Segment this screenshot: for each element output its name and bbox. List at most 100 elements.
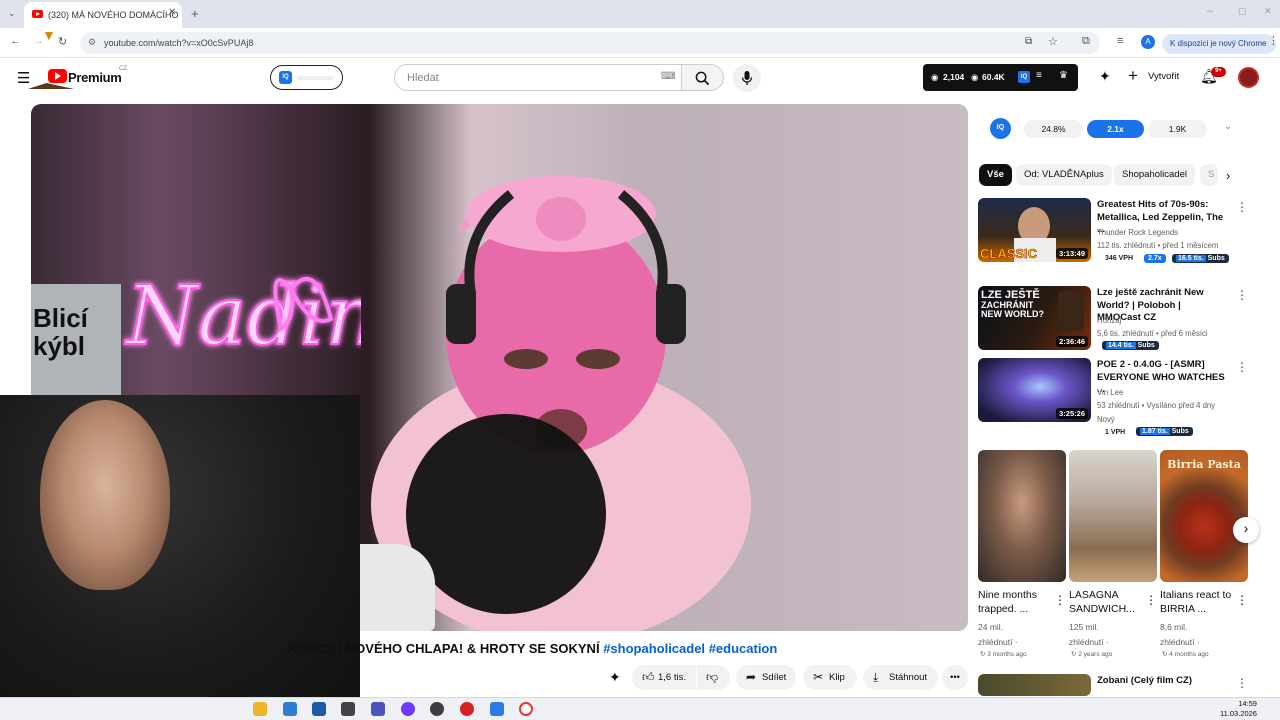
search-input[interactable]: Hledat ⌨ [394, 64, 682, 91]
file-explorer-icon[interactable] [253, 702, 267, 716]
keyboard-icon[interactable]: ⌨ [661, 71, 675, 82]
back-icon[interactable]: ← [10, 35, 21, 47]
iq-extension-pill[interactable]: IQ [270, 65, 343, 90]
neon-text: Nadine [124, 269, 361, 364]
new-tab-icon[interactable]: + [191, 6, 199, 21]
store-icon[interactable] [283, 702, 297, 716]
short-item[interactable]: LASAGNA SANDWICH... 125 mil. zhlédnutí · … [1069, 450, 1157, 658]
recommendation-thumbnail[interactable]: 3:25:26 [978, 358, 1091, 422]
shorts-next-button[interactable]: › [1233, 517, 1259, 543]
recommendation-thumbnail[interactable]: LZE JEŠTĚ ZACHRÁNIT NEW WORLD? 2:36:46 [978, 286, 1091, 350]
notifications-badge: 9+ [1211, 67, 1226, 77]
short-thumbnail[interactable] [1069, 450, 1157, 582]
stats-list-icon[interactable]: ≡ [1036, 70, 1042, 81]
more-horizontal-icon: ••• [950, 672, 960, 683]
maximize-icon[interactable]: ▢ [1238, 6, 1247, 17]
recommendation-channel[interactable]: Honzaj [1097, 316, 1121, 325]
extension-shield-icon[interactable]: ✦ [609, 669, 621, 686]
recommendation-item[interactable]: Zobani (Celý film CZ) ⋮ [978, 674, 1248, 696]
hashtag-link[interactable]: #education [709, 641, 778, 656]
chrome-update-button[interactable]: K dispozici je nový Chrome [1162, 34, 1276, 54]
more-vertical-icon[interactable]: ⋮ [1236, 676, 1248, 690]
profile-avatar-icon[interactable]: A [1141, 35, 1155, 49]
reload-icon[interactable]: ↻ [58, 35, 67, 48]
short-title[interactable]: Nine months trapped. ... [978, 588, 1053, 616]
taskbar-app-icon[interactable] [490, 702, 504, 716]
subs-eye-icon: ◉ [971, 72, 979, 82]
site-info-icon[interactable]: ⚙ [88, 37, 96, 48]
browser-tab-active[interactable]: (320) MÁ NOVÉHO DOMÁCÍHO [24, 2, 182, 28]
recommendation-item[interactable]: CLASSIC 3:13:49 Greatest Hits of 70s-90s… [978, 198, 1248, 270]
extension-pin-icon[interactable]: ▼ [42, 27, 56, 43]
more-vertical-icon[interactable]: ⋮ [1054, 593, 1066, 607]
url-text: youtube.com/watch?v=xO0cSvPUAj8 [104, 38, 254, 48]
recommendation-channel[interactable]: Thunder Rock Legends [1097, 228, 1178, 237]
stats-trophy-icon[interactable]: ♛ [1059, 70, 1068, 81]
recommendation-channel[interactable]: Vin Lee [1097, 388, 1123, 397]
search-icon [695, 71, 710, 86]
download-icon: ⤓ [873, 670, 879, 684]
dislike-button[interactable]: 👎︎ [697, 665, 730, 690]
chip-from-channel[interactable]: Od: VLADĚNAplus [1016, 164, 1112, 186]
voice-search-button[interactable] [733, 64, 761, 92]
recommendation-thumbnail[interactable]: CLASSIC 3:13:49 [978, 198, 1091, 262]
iq-badge-icon[interactable]: IQ [990, 118, 1011, 139]
more-vertical-icon[interactable]: ⋮ [1145, 593, 1157, 607]
chrome-menu-icon[interactable]: ⋮ [1268, 34, 1279, 47]
chevron-down-icon[interactable]: ⌄ [1224, 121, 1232, 132]
create-label: Vytvořit [1148, 71, 1180, 82]
recommendation-thumbnail[interactable] [978, 674, 1091, 696]
share-button[interactable]: ➦ Sdílet [736, 665, 796, 690]
teams-icon[interactable] [371, 702, 385, 716]
wordpress-icon[interactable] [430, 702, 444, 716]
more-vertical-icon[interactable]: ⋮ [1236, 288, 1248, 302]
taskbar-app-icon[interactable] [312, 702, 326, 716]
user-avatar[interactable] [1238, 67, 1259, 88]
channel-stats-widget[interactable]: ◉ 2,104 ◉ 60.4K IQ ≡ ♛ [923, 64, 1078, 91]
chip-shopaholicadel[interactable]: Shopaholicadel [1114, 164, 1195, 186]
short-age: ↻ 4 months ago [1162, 651, 1209, 658]
install-app-icon[interactable]: ⧉ [1025, 36, 1032, 47]
reading-list-icon[interactable]: ≡ [1117, 35, 1123, 47]
recommendation-item[interactable]: LZE JEŠTĚ ZACHRÁNIT NEW WORLD? 2:36:46 L… [978, 286, 1248, 350]
bookmark-star-icon[interactable]: ☆ [1048, 35, 1058, 48]
more-vertical-icon[interactable]: ⋮ [1236, 360, 1248, 374]
logo-region-text: CZ [119, 66, 127, 72]
obs-record-icon[interactable] [460, 702, 474, 716]
minimize-icon[interactable]: – [1207, 5, 1213, 17]
chips-next-arrow-icon[interactable]: › [1226, 168, 1230, 183]
short-thumbnail[interactable] [978, 450, 1066, 582]
short-title[interactable]: Italians react to BIRRIA ... [1160, 588, 1235, 616]
hashtag-link[interactable]: #shopaholicadel [603, 641, 705, 656]
short-item[interactable]: Nine months trapped. ... 24 mil. zhlédnut… [978, 450, 1066, 658]
short-item[interactable]: Birria Pasta Italians react to BIRRIA ..… [1160, 450, 1248, 658]
more-vertical-icon[interactable]: ⋮ [1236, 593, 1248, 607]
url-field[interactable]: ⚙ youtube.com/watch?v=xO0cSvPUAj8 ⧉ ☆ [80, 32, 1100, 54]
chip-all[interactable]: Vše [979, 164, 1012, 186]
short-thumbnail[interactable]: Birria Pasta [1160, 450, 1248, 582]
tab-close-icon[interactable]: ✕ [168, 7, 176, 18]
create-button[interactable]: + Vytvořit [1124, 64, 1188, 91]
os-taskbar [0, 697, 1280, 720]
taskbar-app-icon[interactable] [341, 702, 355, 716]
iq-icon: IQ [279, 71, 292, 84]
stats-iq-icon[interactable]: IQ [1018, 71, 1030, 83]
recommendation-title[interactable]: Zobani (Celý film CZ) [1097, 675, 1227, 688]
clip-button[interactable]: ✂ Klip [803, 665, 857, 690]
extension-shield-icon[interactable]: ✦ [1099, 68, 1111, 85]
more-vertical-icon[interactable]: ⋮ [1236, 200, 1248, 214]
like-button[interactable]: 👍︎ 1,6 tis. [632, 665, 696, 690]
window-close-icon[interactable]: ✕ [1264, 6, 1272, 17]
chrome-icon[interactable] [519, 702, 533, 716]
search-button[interactable] [682, 64, 724, 91]
short-title[interactable]: LASAGNA SANDWICH... [1069, 588, 1144, 616]
extensions-icon[interactable]: ⧉ [1082, 35, 1090, 48]
chip-more[interactable]: S [1200, 164, 1218, 186]
system-clock[interactable]: 14:59 11.03.2026 [1220, 699, 1257, 719]
recommendation-item[interactable]: 3:25:26 POE 2 - 0.4.0G - [ASMR] EVERYONE… [978, 358, 1248, 440]
hamburger-menu-icon[interactable]: ☰ [17, 69, 30, 87]
taskbar-app-icon[interactable] [401, 702, 415, 716]
download-button[interactable]: ⤓ Stáhnout [863, 665, 938, 690]
tab-search-chevron-icon[interactable]: ⌄ [8, 8, 16, 19]
more-actions-button[interactable]: ••• [942, 665, 968, 690]
